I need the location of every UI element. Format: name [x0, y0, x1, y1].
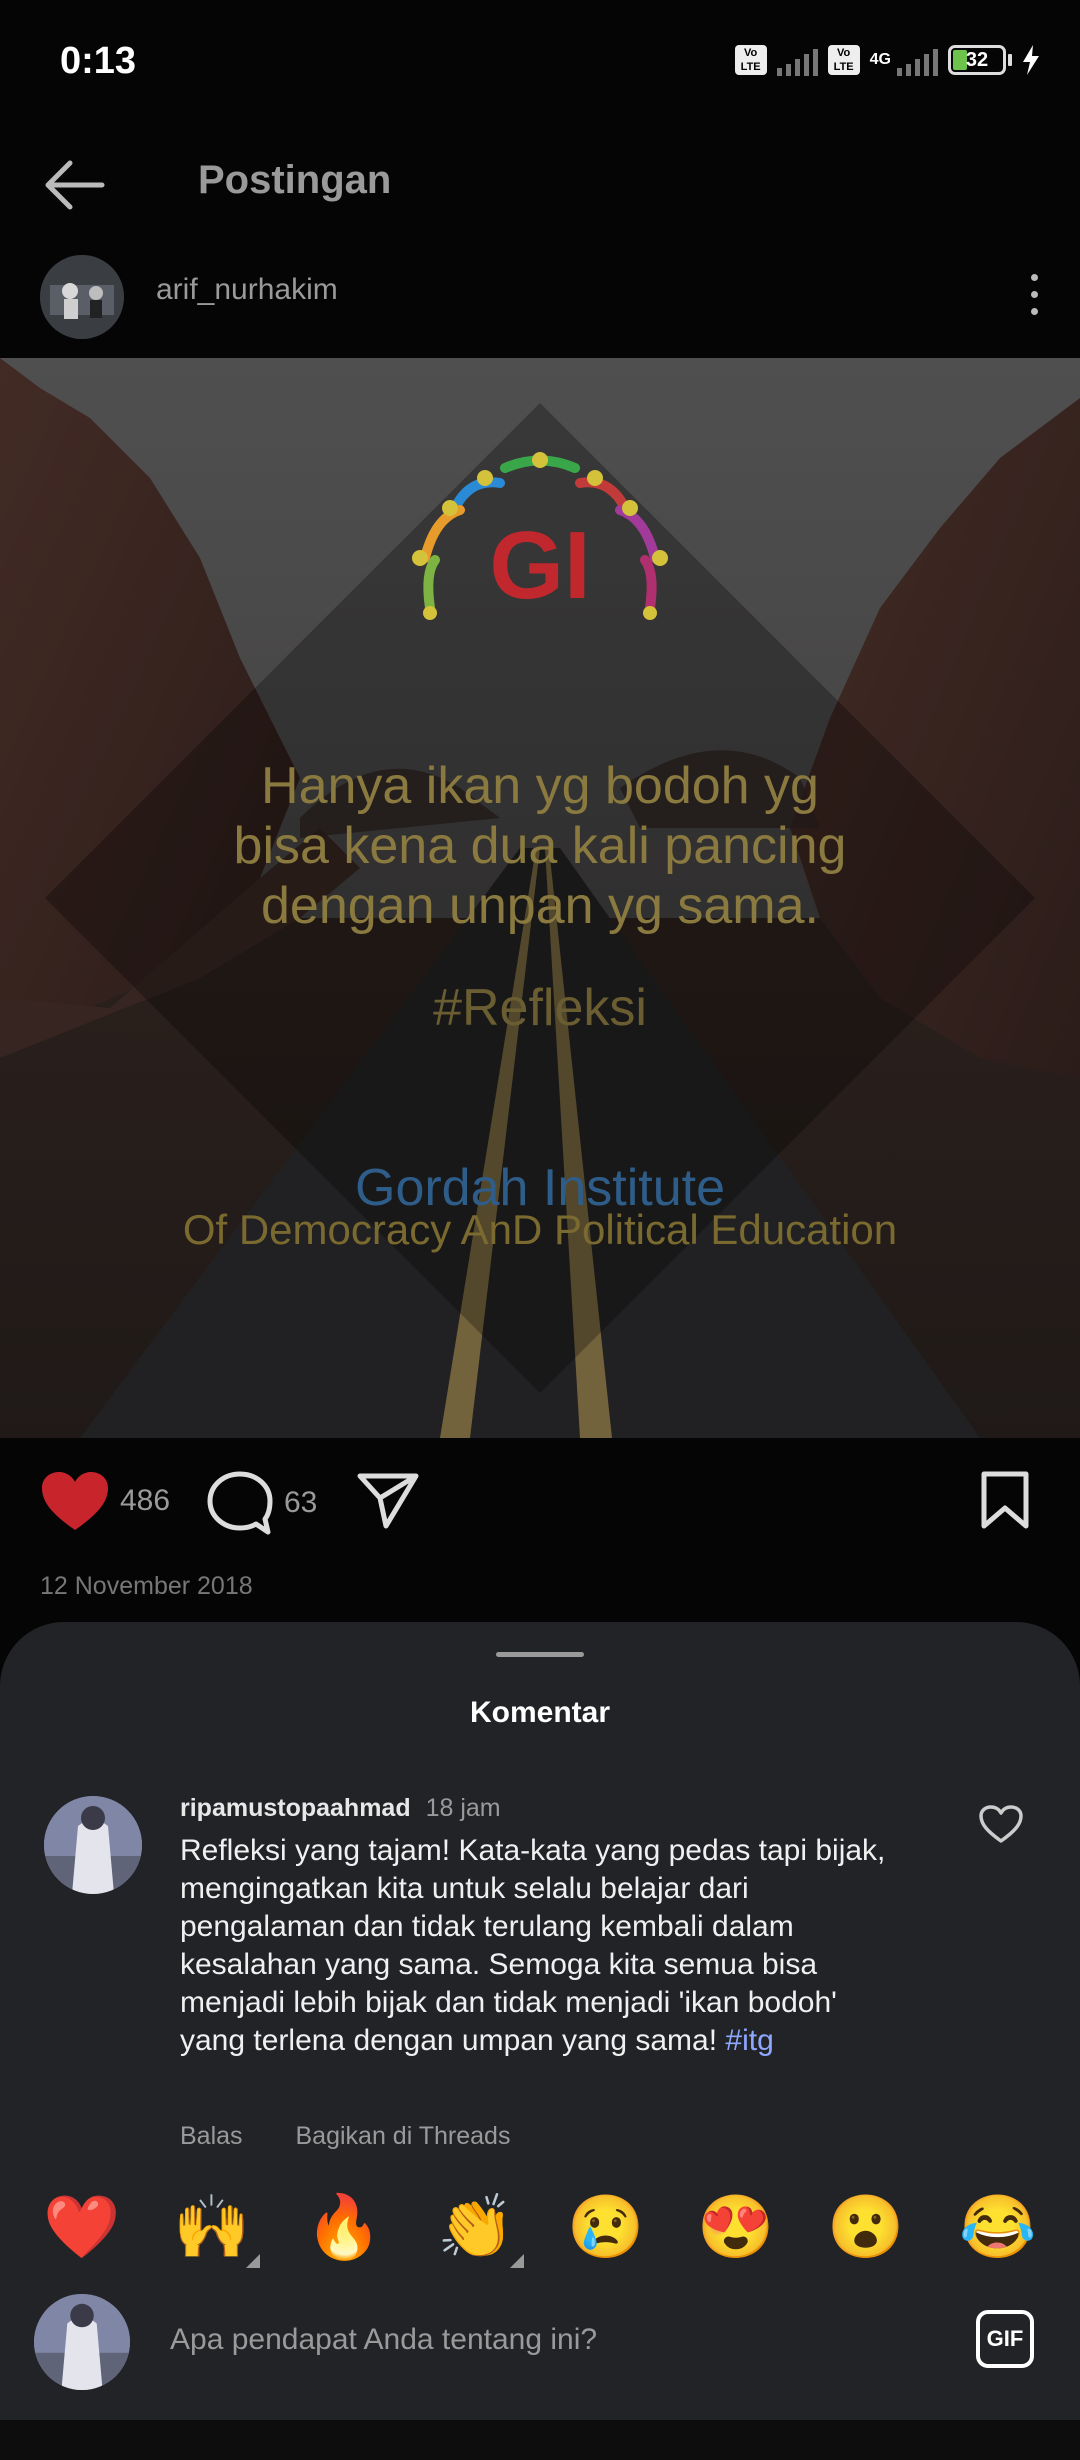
likes-count: 486 — [120, 1484, 171, 1517]
comment-line: mengingatkan kita untuk selalu belajar d… — [180, 1872, 749, 1905]
comment-line: Refleksi yang tajam! Kata-kata yang peda… — [180, 1834, 886, 1867]
emoji-raised-hands[interactable]: 🙌 — [172, 2188, 260, 2268]
sheet-drag-handle[interactable] — [496, 1652, 584, 1657]
emoji-crying[interactable]: 😢 — [566, 2188, 646, 2268]
quote-line: Hanya ikan yg bodoh yg — [261, 757, 819, 815]
comment-line: yang terlena dengan umpan yang sama! — [180, 2024, 726, 2057]
comment-text: Refleksi yang tajam! Kata-kata yang peda… — [180, 1832, 940, 2060]
heart-filled-icon — [42, 1472, 108, 1530]
share-button[interactable] — [356, 1470, 420, 1530]
like-button[interactable]: 486 — [40, 1470, 170, 1532]
comments-sheet: Komentar ripamustopaahmad 18 jam Refleks… — [0, 1622, 1080, 2460]
post-image[interactable]: GI Hanya ikan yg bodoh yg bisa kena dua … — [0, 358, 1080, 1438]
sheet-title: Komentar — [469, 1696, 611, 1729]
battery-level: 32 — [965, 49, 989, 71]
comment-line-last: yang terlena dengan umpan yang sama! #it… — [180, 2022, 940, 2060]
my-avatar — [34, 2294, 130, 2390]
post-actions: 486 63 — [0, 1440, 1080, 1560]
quote-text: Hanya ikan yg bodoh yg bisa kena dua kal… — [0, 756, 1080, 936]
comment-line: kesalahan yang sama. Semoga kita semua b… — [180, 1948, 818, 1981]
volte-icon-2: Vo LTE — [827, 45, 860, 75]
comment-line: pengalaman dan tidak terulang kembali da… — [180, 1910, 794, 1943]
comment-input[interactable] — [170, 2318, 930, 2362]
emoji-clapping[interactable]: 👏 — [436, 2188, 524, 2268]
system-nav-bar — [0, 2420, 1080, 2460]
emoji-clapping-glyph: 👏 — [437, 2193, 515, 2262]
comment-icon — [207, 1471, 273, 1535]
post-date: 12 November 2018 — [40, 1572, 253, 1600]
author-avatar[interactable] — [40, 255, 124, 339]
emoji-heart-eyes[interactable]: 😍 — [696, 2188, 776, 2268]
battery-icon: 32 — [948, 45, 1012, 75]
emoji-raised-hands-glyph: 🙌 — [173, 2193, 251, 2262]
emoji-fire[interactable]: 🔥 — [304, 2188, 384, 2268]
quote-line: dengan unpan yg sama. — [261, 877, 819, 935]
comment-hashtag[interactable]: #itg — [725, 2024, 773, 2057]
status-icons: Vo LTE Vo LTE 4G 32 — [734, 44, 1040, 76]
network-type: 4G — [869, 51, 891, 68]
post-author-row: arif_nurhakim — [0, 245, 1080, 345]
signal-icon-2 — [897, 44, 938, 76]
volte-icon: Vo LTE — [734, 45, 767, 75]
status-time: 0:13 — [60, 40, 137, 82]
institute-logo: GI — [395, 448, 685, 648]
image-hashtag: #Refleksi — [433, 979, 647, 1037]
back-arrow-icon — [45, 160, 105, 210]
send-icon — [357, 1473, 419, 1529]
heart-outline-icon — [979, 1805, 1023, 1843]
share-threads-button[interactable]: Bagikan di Threads — [296, 2122, 511, 2150]
emoji-laughing[interactable]: 😂 — [958, 2188, 1038, 2268]
logo-text: GI — [489, 512, 590, 619]
quote-line: bisa kena dua kali pancing — [233, 817, 847, 875]
comment-header: ripamustopaahmad 18 jam — [180, 1794, 501, 1823]
comment-like-button[interactable] — [978, 1804, 1024, 1849]
emoji-surprised[interactable]: 😮 — [826, 2188, 906, 2268]
gif-button[interactable]: GIF — [976, 2310, 1034, 2368]
emoji-heart[interactable]: ❤️ — [42, 2188, 122, 2268]
emoji-quick-bar: ❤️ 🙌 🔥 👏 😢 😍 😮 😂 — [0, 2182, 1080, 2282]
more-options-icon[interactable] — [1014, 259, 1054, 329]
author-username[interactable]: arif_nurhakim — [156, 273, 338, 307]
signal-icon — [776, 44, 818, 76]
status-bar: 0:13 Vo LTE Vo LTE 4G 32 — [0, 0, 1080, 130]
comments-count: 63 — [284, 1486, 318, 1519]
save-button[interactable] — [980, 1470, 1030, 1535]
commenter-avatar[interactable] — [44, 1796, 142, 1894]
bookmark-icon — [981, 1471, 1029, 1529]
comment-button[interactable]: 63 — [206, 1470, 317, 1536]
institute-subtitle: Of Democracy AnD Political Education — [182, 1206, 898, 1253]
app-header: Postingan — [0, 130, 1080, 240]
page-title: Postingan — [198, 158, 392, 202]
reply-button[interactable]: Balas — [180, 2122, 243, 2150]
comment-line: menjadi lebih bijak dan tidak menjadi 'i… — [180, 1986, 837, 2019]
back-button[interactable] — [40, 155, 110, 215]
comment-input-row: GIF — [0, 2286, 1080, 2396]
comment-actions: Balas Bagikan di Threads — [180, 2122, 556, 2151]
charging-icon — [1023, 45, 1039, 75]
commenter-username[interactable]: ripamustopaahmad — [180, 1794, 411, 1822]
comment-time: 18 jam — [425, 1794, 501, 1822]
